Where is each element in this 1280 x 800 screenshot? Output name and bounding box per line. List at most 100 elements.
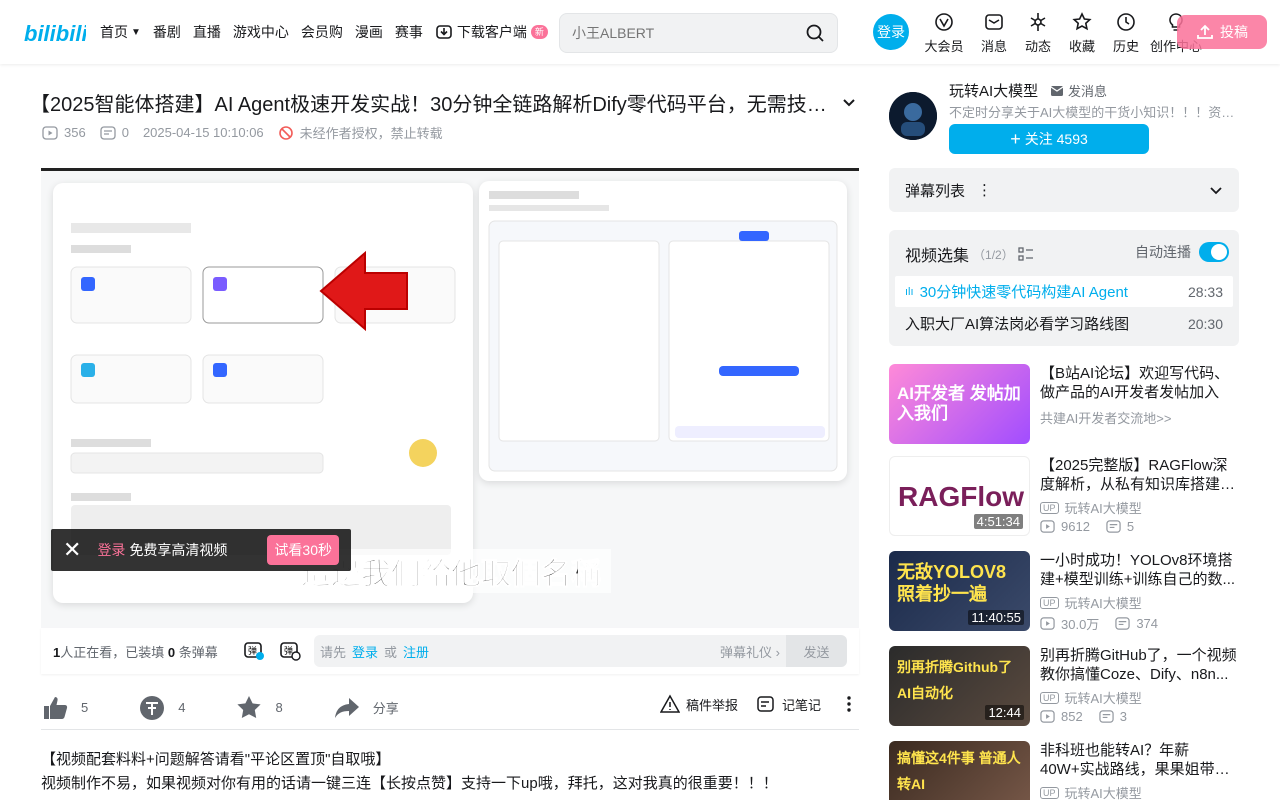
recommendation-subtitle[interactable]: 共建AI开发者交流地>> (1040, 408, 1171, 427)
danmaku-list-toggle[interactable]: 弹幕列表 ⋮ (889, 168, 1239, 212)
nav-manga[interactable]: 漫画 (349, 0, 389, 64)
coin-button[interactable]: 4 (138, 694, 185, 722)
recommendation-item[interactable]: 别再折腾Github了 AI自动化 12:44 别再折腾GitHub了，一个视频… (889, 646, 1239, 726)
search-input[interactable] (572, 25, 805, 41)
thumbnail-text: 搞懂这4件事 普通人转AI (897, 750, 1021, 792)
send-danmaku-button[interactable]: 发送 (786, 635, 847, 667)
play-count-icon (1040, 710, 1055, 723)
dynamic-entry[interactable]: 动态 (1016, 12, 1060, 55)
favorite-entry[interactable]: 收藏 (1060, 12, 1104, 55)
video-player[interactable]: 這邊我們給他取個名稱 ✕ 登录 免费享高清视频 试看30秒 (41, 168, 859, 628)
orchestrate-panel-illustration (488, 191, 838, 472)
notes-icon (757, 696, 774, 712)
recommendation-title[interactable]: 非科班也能转AI？年薪40W+实战路线，果果姐带你解析... (1040, 741, 1239, 779)
danmaku-icon (100, 125, 116, 140)
thumbnail-duration: 4:51:34 (973, 514, 1023, 529)
recommendation-item[interactable]: AI开发者 发帖加入我们 【B站AI论坛】欢迎写代码、做产品的AI开发者发帖加入… (889, 364, 1239, 444)
message-entry[interactable]: 消息 (972, 12, 1016, 55)
recommendation-uploader[interactable]: UP 玩转AI大模型 (1040, 498, 1142, 517)
vip-entry[interactable]: 大会员 (916, 12, 972, 55)
recommendation-uploader[interactable]: UP 玩转AI大模型 (1040, 593, 1142, 612)
video-frame-orchestrate-panel (479, 181, 847, 481)
notes-button[interactable]: 记笔记 (756, 694, 821, 714)
warning-icon (659, 694, 680, 713)
search-box[interactable] (559, 13, 838, 53)
nav-home[interactable]: 首页 ▼ (94, 0, 147, 64)
nav-esports[interactable]: 赛事 (389, 0, 429, 64)
chevron-down-icon: ▼ (131, 26, 141, 38)
top-navbar: bilibili 首页 ▼ 番剧 直播 游戏中心 会员购 漫画 赛事 下载客户端 … (0, 0, 1280, 64)
danmaku-register-link[interactable]: 注册 (403, 642, 429, 661)
like-count: 5 (81, 700, 89, 715)
view-count: 852 (1061, 709, 1083, 724)
recommendation-item[interactable]: 无敌YOLOV8 照着抄一遍 11:40:55 一小时成功！YOLOv8环境搭建… (889, 551, 1240, 632)
promo-login-link[interactable]: 登录 (97, 540, 125, 560)
danmaku-or-text: 或 (384, 644, 398, 660)
bilibili-logo[interactable]: bilibili (24, 16, 86, 48)
view-count-value: 356 (64, 125, 86, 140)
svg-text:bilibili: bilibili (24, 21, 86, 46)
danmaku-login-link[interactable]: 登录 (352, 642, 378, 661)
video-actions: 5 4 8 分享 稿件举报 记笔记 (41, 686, 859, 730)
like-button[interactable]: 5 (41, 694, 88, 722)
try-30s-button[interactable]: 试看30秒 (267, 535, 339, 565)
danmaku-settings-icon[interactable]: 弹 (279, 639, 301, 661)
recommendation-uploader[interactable]: UP 玩转AI大模型 (1040, 783, 1142, 800)
autoplay-label: 自动连播 (1135, 244, 1191, 260)
search-icon[interactable] (805, 23, 825, 43)
report-button[interactable]: 稿件举报 (659, 694, 738, 714)
recommendation-title[interactable]: 【2025完整版】RAGFlow深度解析，从私有知识库搭建到... (1040, 456, 1240, 494)
uploader-name: 玩转AI大模型 (1064, 786, 1142, 800)
watching-text: 人正在看，已装填 (60, 644, 165, 660)
more-vertical-icon[interactable] (839, 694, 859, 714)
chevron-right-icon: › (775, 644, 780, 660)
upload-button[interactable]: 投稿 (1177, 15, 1267, 49)
autoplay-toggle[interactable] (1199, 242, 1229, 262)
episode-duration: 20:30 (1187, 315, 1223, 332)
up-badge-icon: UP (1040, 501, 1059, 514)
episode-item[interactable]: ılı 30分钟快速零代码构建AI Agent 28:33 (895, 276, 1233, 307)
recommendation-item[interactable]: 搞懂这4件事 普通人转AI 非科班也能转AI？年薪40W+实战路线，果果姐带你解… (889, 741, 1239, 800)
follow-button[interactable]: + 关注 4593 (949, 124, 1149, 154)
favorite-button[interactable]: 8 (235, 694, 283, 722)
recommendation-title[interactable]: 【B站AI论坛】欢迎写代码、做产品的AI开发者发帖加入 (1040, 364, 1240, 402)
share-button[interactable]: 分享 (333, 694, 399, 722)
video-collection: 视频选集 （1/2） 自动连播 ılı 30分钟快速零代码构建AI Agent … (889, 230, 1239, 346)
danmaku-etiquette-link[interactable]: 弹幕礼仪 › (720, 642, 780, 661)
send-message-button[interactable]: 发消息 (1050, 81, 1107, 100)
recommendation-thumbnail[interactable]: 搞懂这4件事 普通人转AI (889, 741, 1030, 800)
recommendation-item[interactable]: RAGFlow 4:51:34 【2025完整版】RAGFlow深度解析，从私有… (889, 456, 1239, 536)
recommendation-thumbnail[interactable]: AI开发者 发帖加入我们 (889, 364, 1030, 444)
more-vertical-icon[interactable]: ⋮ (977, 181, 992, 199)
collection-header: 视频选集 （1/2） (905, 242, 1034, 266)
recommendation-thumbnail[interactable]: 无敌YOLOV8 照着抄一遍 11:40:55 (889, 551, 1030, 631)
recommendation-uploader[interactable]: UP 玩转AI大模型 (1040, 688, 1142, 707)
recommendation-title[interactable]: 别再折腾GitHub了，一个视频教你搞懂Coze、Dify、n8n... (1040, 646, 1240, 684)
recommendation-thumbnail[interactable]: RAGFlow 4:51:34 (889, 456, 1030, 536)
danmaku-input[interactable]: 请先 登录 或 注册 弹幕礼仪 › (314, 635, 786, 667)
login-avatar-button[interactable]: 登录 (873, 14, 909, 50)
close-icon[interactable]: ✕ (63, 537, 81, 563)
play-count-icon (1040, 617, 1055, 630)
recommendation-title[interactable]: 一小时成功！YOLOv8环境搭建+模型训练+训练自己的数... (1040, 551, 1240, 589)
recommendation-stats: 852 3 (1040, 709, 1127, 724)
list-icon[interactable] (1018, 246, 1034, 262)
secondary-actions: 稿件举报 记笔记 (659, 694, 859, 714)
danmaku-count: 5 (1126, 519, 1135, 534)
history-entry[interactable]: 历史 (1104, 12, 1148, 55)
uploader-name[interactable]: 玩转AI大模型 (949, 80, 1038, 101)
nav-download-client[interactable]: 下载客户端 新 (429, 0, 554, 64)
uploader-avatar[interactable] (889, 92, 937, 140)
recommendation-thumbnail[interactable]: 别再折腾Github了 AI自动化 12:44 (889, 646, 1030, 726)
nav-live[interactable]: 直播 (187, 0, 227, 64)
send-message-label: 发消息 (1068, 84, 1108, 99)
top-icon-group: 大会员 消息 动态 收藏 历史 创作中心 (916, 12, 1204, 55)
nav-mall[interactable]: 会员购 (295, 0, 349, 64)
chevron-down-icon[interactable] (840, 93, 858, 111)
uploader-avatar-image (889, 92, 937, 140)
episode-item[interactable]: 入职大厂AI算法岗必看学习路线图 20:30 (895, 308, 1233, 339)
nav-anime[interactable]: 番剧 (147, 0, 187, 64)
nav-game-center[interactable]: 游戏中心 (227, 0, 295, 64)
autoplay-switch[interactable]: 自动连播 (1135, 242, 1229, 262)
danmaku-toggle-icon[interactable]: 弹 (243, 639, 265, 661)
